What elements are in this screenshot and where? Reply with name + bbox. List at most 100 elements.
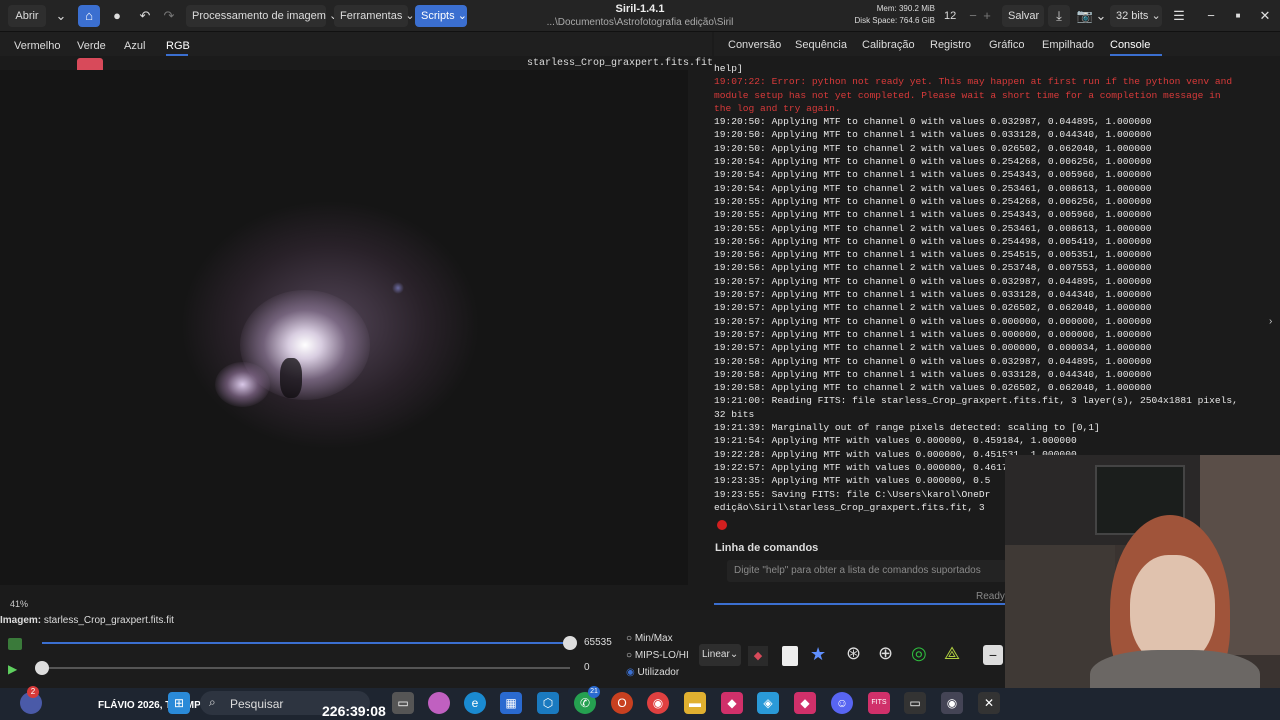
play-icon[interactable]: ▶ (8, 662, 17, 676)
minimize-icon[interactable]: − (1200, 5, 1222, 27)
stretch-mode-label: Linear (702, 649, 730, 660)
radio-user-label: Utilizador (637, 667, 680, 678)
tab-console[interactable]: Console (1110, 39, 1150, 51)
stream-clock: 226:39:08 (322, 703, 386, 719)
task-view-icon[interactable]: ▭ (392, 692, 414, 714)
windows-start-icon[interactable]: ⊞ (168, 692, 190, 714)
open-button[interactable]: Abrir (8, 5, 46, 27)
copilot-icon[interactable] (428, 692, 450, 714)
min-slider-handle[interactable] (35, 661, 49, 675)
tools-menu[interactable]: Ferramentas ⌄ (334, 5, 415, 27)
close-icon[interactable]: ✕ (1254, 5, 1276, 27)
image-label: Imagem: starless_Crop_graxpert.fits.fit (0, 615, 174, 626)
save-as-icon[interactable]: ⤓ (1048, 5, 1070, 27)
capcut-icon[interactable]: ✕ (978, 692, 1000, 714)
radio-mips[interactable]: ○ MIPS-LO/HI (626, 650, 689, 661)
max-slider-track[interactable] (42, 642, 570, 644)
snapshot-icon[interactable]: ⟁ (944, 643, 960, 664)
tab-empilhado[interactable]: Empilhado (1042, 39, 1094, 51)
terminal-icon[interactable]: ▭ (904, 692, 926, 714)
opera-icon[interactable]: O (611, 692, 633, 714)
save-button[interactable]: Salvar (1002, 5, 1044, 27)
target-icon[interactable]: ◎ (911, 643, 927, 664)
status-text: Ready (976, 591, 1005, 602)
console-line: 19:20:58: Applying MTF to channel 0 with… (714, 355, 1152, 367)
chevron-right-icon[interactable]: › (1269, 316, 1272, 327)
console-line: 19:20:56: Applying MTF to channel 1 with… (714, 249, 1152, 261)
bit-depth-selector[interactable]: 32 bits ⌄ (1110, 5, 1162, 27)
max-slider-handle[interactable] (563, 636, 577, 650)
command-line-label: Linha de comandos (715, 542, 819, 554)
tab-blue[interactable]: Azul (124, 40, 145, 52)
maximize-icon[interactable]: ■ (1227, 5, 1249, 27)
star-icon[interactable]: ★ (810, 644, 826, 665)
radio-user[interactable]: ◉ Utilizador (626, 667, 679, 678)
record-indicator-icon[interactable] (717, 520, 727, 530)
console-line: 19:20:50: Applying MTF to channel 0 with… (714, 116, 1152, 128)
globe-icon[interactable]: ⊕ (878, 643, 893, 664)
edge-icon[interactable]: e (464, 692, 486, 714)
console-line: 19:20:58: Applying MTF to channel 2 with… (714, 382, 1152, 394)
obs-icon[interactable]: ◉ (941, 692, 963, 714)
stretch-panel: Imagem: starless_Crop_graxpert.fits.fit … (0, 610, 1005, 688)
cut-icon[interactable]: ⊛ (846, 643, 861, 664)
store-icon[interactable]: ▦ (500, 692, 522, 714)
chevron-down-icon[interactable]: ⌄ (1090, 5, 1112, 27)
color-palette-icon[interactable]: ◆ (748, 646, 768, 666)
stretch-mode-select[interactable]: Linear⌄ (699, 644, 741, 666)
home-icon[interactable]: ⌂ (78, 5, 100, 27)
command-input[interactable]: Digite "help" para obter a lista de coma… (727, 560, 1007, 582)
tab-green[interactable]: Verde (77, 40, 106, 52)
image-processing-menu[interactable]: Processamento de imagem ⌄ (186, 5, 338, 27)
app-blue-icon[interactable]: ◈ (757, 692, 779, 714)
minus-square-icon[interactable]: − (983, 645, 1003, 665)
undo-icon[interactable]: ↶ (134, 5, 156, 27)
tab-rgb[interactable]: RGB (166, 40, 190, 52)
taskbar: 2 FLÁVIO 2026, TRUMP 2028! ⊞ ⌕ Pesquisar… (0, 686, 1280, 720)
console-line: module setup has not yet completed. Plea… (714, 89, 1221, 101)
discord-icon[interactable]: ☺ (831, 692, 853, 714)
histogram-icon[interactable] (8, 638, 22, 650)
fits-viewer-icon[interactable]: FITS (868, 692, 890, 714)
tools-label: Ferramentas (340, 10, 403, 22)
chevron-down-icon[interactable]: ⌄ (50, 5, 72, 27)
redo-icon[interactable]: ↷ (158, 5, 180, 27)
console-line: the log and try again. (714, 102, 841, 114)
window-title: Siril-1.4.1 (615, 3, 665, 15)
min-slider-track[interactable] (42, 667, 570, 669)
console-line: 19:20:57: Applying MTF to channel 1 with… (714, 328, 1152, 340)
siril-icon[interactable]: ◆ (794, 692, 816, 714)
tab-calibracao[interactable]: Calibração (862, 39, 915, 51)
dark-lane (280, 358, 302, 398)
tab-red[interactable]: Vermelho (14, 40, 60, 52)
plus-icon[interactable]: + (976, 5, 998, 27)
radio-min-max[interactable]: ○ Min/Max (626, 633, 673, 644)
file-explorer-icon[interactable]: ▬ (684, 692, 706, 714)
tab-registro[interactable]: Registro (930, 39, 971, 51)
chrome-icon[interactable]: ◉ (647, 692, 669, 714)
negative-view-icon[interactable] (782, 646, 798, 666)
radio-selected-icon: ◉ (626, 667, 635, 678)
record-icon[interactable]: ● (106, 5, 128, 27)
console-line: 32 bits (714, 408, 755, 420)
image-canvas[interactable] (0, 70, 688, 585)
tab-sequencia[interactable]: Sequência (795, 39, 847, 51)
tab-conversao[interactable]: Conversão (728, 39, 781, 51)
channel-tabs: Vermelho Verde Azul RGB (0, 32, 712, 56)
console-line: 19:20:56: Applying MTF to channel 2 with… (714, 262, 1152, 274)
console-line: 19:20:55: Applying MTF to channel 1 with… (714, 209, 1152, 221)
scripts-menu[interactable]: Scripts ⌄ (415, 5, 467, 27)
console-line: 19:20:57: Applying MTF to channel 0 with… (714, 275, 1152, 287)
search-label: Pesquisar (230, 697, 284, 711)
console-log[interactable]: help] 19:07:22: Error: python not ready y… (714, 62, 1270, 516)
tab-grafico[interactable]: Gráfico (989, 39, 1024, 51)
app-pink-icon[interactable]: ◆ (721, 692, 743, 714)
panel-tabs: Conversão Sequência Calibração Registro … (714, 32, 1280, 56)
hamburger-menu-icon[interactable]: ☰ (1168, 5, 1190, 27)
window-path: ...\Documentos\Astrofotografia edição\Si… (546, 17, 734, 28)
chevron-down-icon: ⌄ (457, 10, 467, 22)
visual-studio-icon[interactable]: ⬡ (537, 692, 559, 714)
star-residual (392, 282, 404, 294)
header-bar: Abrir ⌄ ⌂ ● ↶ ↷ Processamento de imagem … (0, 0, 1280, 32)
console-line: 19:20:58: Applying MTF to channel 1 with… (714, 368, 1152, 380)
